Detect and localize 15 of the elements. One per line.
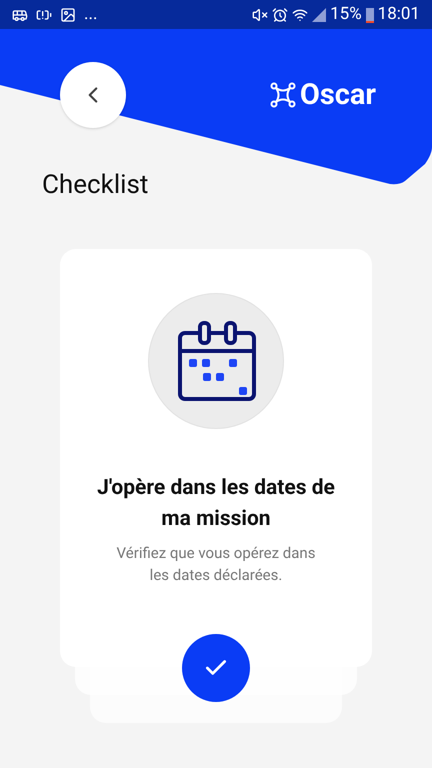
battery-icon: [366, 6, 374, 22]
card-description: Vérifiez que vous opérez dans les dates déclarées.: [116, 543, 316, 586]
alarm-icon: [272, 6, 288, 22]
drone-icon: [270, 82, 296, 108]
page-title: Checklist: [42, 172, 150, 198]
calendar-icon: [176, 321, 256, 401]
clock: 18:01: [378, 2, 420, 26]
battery-percent: 15%: [330, 2, 362, 26]
image-icon: [60, 6, 76, 22]
mute-icon: [252, 6, 268, 22]
signal-icon: [312, 8, 326, 22]
logo-text: Oscar: [300, 80, 376, 110]
more-notifications: ...: [84, 6, 98, 23]
card-heading: J'opère dans les dates de ma mission: [96, 475, 336, 533]
wifi-icon: [292, 6, 308, 22]
